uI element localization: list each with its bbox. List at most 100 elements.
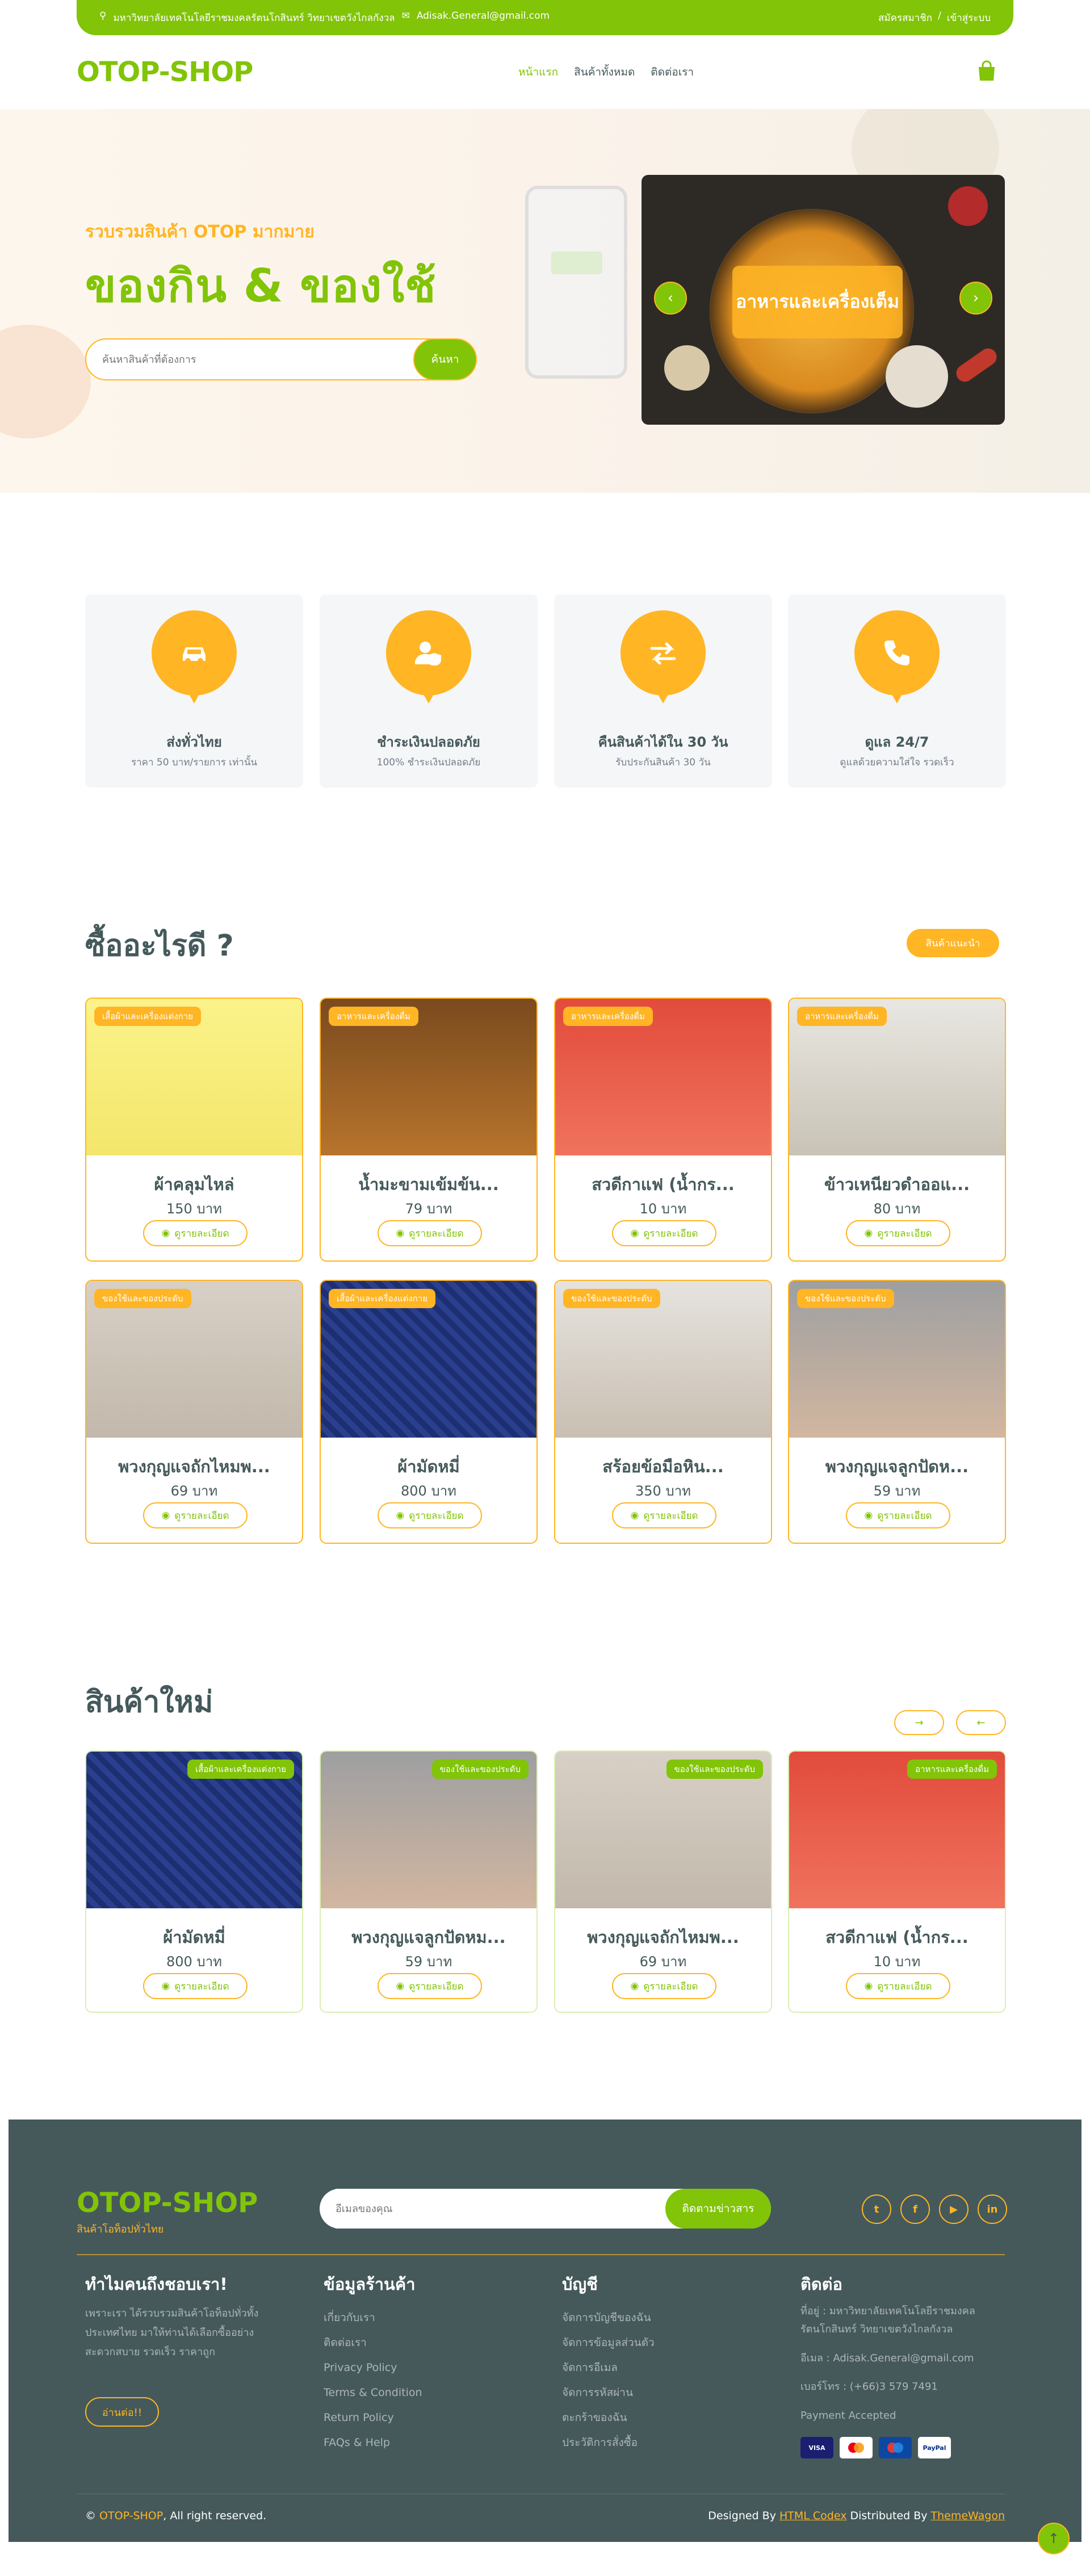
linkedin-icon[interactable]: in [978, 2194, 1007, 2224]
view-details-button[interactable]: ◉ ดูรายละเอียด [143, 1973, 248, 1999]
brand-logo[interactable]: OTOP-SHOP [77, 56, 253, 88]
product-card[interactable]: ของใช้และของประดับ พวงกุญแจถักไหมพ... 69 บ… [85, 1280, 303, 1544]
themewagon-link[interactable]: ThemeWagon [931, 2510, 1005, 2522]
footer-link[interactable]: จัดการรหัสผ่าน [562, 2380, 655, 2405]
view-details-button[interactable]: ◉ ดูรายละเอียด [378, 1973, 482, 1999]
category-tag: อาหารและเครื่องดื่ม [563, 1007, 653, 1026]
product-name[interactable]: พวงกุญแจถักไหมพ... [555, 1924, 771, 1950]
search-input[interactable] [102, 340, 397, 379]
footer-link[interactable]: เกี่ยวกับเรา [324, 2305, 422, 2330]
paypal-icon: PayPal [918, 2437, 951, 2458]
map-pin-icon: ⚲ [99, 10, 107, 22]
view-details-button[interactable]: ◉ ดูรายละเอียด [143, 1220, 248, 1246]
footer-link[interactable]: ประวัติการสั่งซื้อ [562, 2430, 655, 2455]
footer-address: รัตนโกสินทร์ วิทยาเขตวังไกลกังวล [800, 2323, 953, 2336]
shopping-bag-icon[interactable] [977, 60, 996, 82]
topbar-email[interactable]: Adisak.General@gmail.com [417, 10, 550, 26]
arrow-right-icon[interactable]: → [894, 1710, 944, 1735]
register-link[interactable]: สมัครสมาชิก [878, 10, 932, 26]
login-link[interactable]: เข้าสู่ระบบ [947, 10, 991, 26]
youtube-icon[interactable]: ▶ [939, 2194, 969, 2224]
product-card[interactable]: ของใช้และของประดับ พวงกุญแจถักไหมพ... 69 บ… [554, 1750, 772, 2013]
product-price: 10 บาท [873, 1954, 921, 1970]
product-card[interactable]: อาหารและเครื่องดื่มสวดีกาแฟ (น้ำกร... 10 … [788, 1750, 1006, 2013]
product-name[interactable]: น้ำมะขามเข้มข้น... [321, 1171, 536, 1197]
carousel-prev-icon[interactable]: ‹ [654, 282, 687, 315]
view-details-button[interactable]: ◉ ดูรายละเอียด [143, 1502, 248, 1528]
back-to-top-icon[interactable]: ↑ [1038, 2523, 1070, 2554]
product-card[interactable]: อาหารและเครื่องดื่ม ข้าวเหนียวดำออแ... 80 … [788, 998, 1006, 1262]
product-name[interactable]: ข้าวเหนียวดำออแ... [789, 1171, 1005, 1197]
eye-icon: ◉ [630, 1228, 639, 1239]
view-details-button[interactable]: ◉ ดูรายละเอียด [846, 1502, 950, 1528]
search-button[interactable]: ค้นหา [413, 338, 477, 380]
footer-link[interactable]: จัดการบัญชีของฉัน [562, 2305, 655, 2330]
view-details-button[interactable]: ◉ ดูรายละเอียด [378, 1502, 482, 1528]
product-name[interactable]: พวงกุญแจถักไหมพ... [86, 1454, 302, 1480]
eye-icon: ◉ [161, 1510, 170, 1521]
nav-item-contact[interactable]: ติดต่อเรา [651, 64, 694, 81]
view-details-button[interactable]: ◉ ดูรายละเอียด [846, 1220, 950, 1246]
view-details-button[interactable]: ◉ ดูรายละเอียด [612, 1973, 716, 1999]
product-card[interactable]: เสื้อผ้าและเครื่องแต่งกาย ผ้าคลุมไหล่ 150 … [85, 998, 303, 1262]
view-details-button[interactable]: ◉ ดูรายละเอียด [378, 1220, 482, 1246]
product-card[interactable]: เสื้อผ้าและเครื่องแต่งกาย ผ้ามัดหมี่ 800 บ… [320, 1280, 538, 1544]
mastercard-icon [840, 2437, 873, 2458]
category-tag: ของใช้และของประดับ [431, 1760, 529, 1779]
newsletter-email-input[interactable] [336, 2189, 631, 2229]
section-title-new: สินค้าใหม่ [85, 1685, 213, 1719]
nav-item-home[interactable]: หน้าแรก [518, 64, 558, 81]
product-price: 69 บาท [639, 1954, 687, 1970]
carousel-image-detail [664, 345, 710, 391]
product-name[interactable]: สร้อยข้อมือหิน... [555, 1454, 771, 1480]
product-name[interactable]: ผ้ามัดหมี่ [86, 1924, 302, 1950]
view-details-label: ดูรายละเอียด [409, 1228, 464, 1239]
view-details-button[interactable]: ◉ ดูรายละเอียด [846, 1973, 950, 1999]
product-card[interactable]: ของใช้และของประดับ สร้อยข้อมือหิน... 350 บ… [554, 1280, 772, 1544]
hero-title: ของกิน & ของใช้ [85, 259, 437, 312]
footer-brand[interactable]: OTOP-SHOP [77, 2187, 258, 2219]
footer-link[interactable]: Return Policy [324, 2405, 422, 2430]
footer-about-text: เพราะเรา ได้รวบรวมสินค้าโอท็อปทั่วทั้ง ป… [85, 2304, 258, 2363]
product-card[interactable]: อาหารและเครื่องดื่ม สวดีกาแฟ (น้ำกร... 10 … [554, 998, 772, 1262]
subscribe-button[interactable]: ติดตามข่าวสาร [665, 2189, 771, 2229]
footer-link[interactable]: FAQs & Help [324, 2430, 422, 2455]
product-name[interactable]: ผ้ามัดหมี่ [321, 1454, 536, 1480]
designed-by: Designed By HTML Codex Distributed By Th… [708, 2510, 1005, 2522]
footer-link[interactable]: Terms & Condition [324, 2380, 422, 2405]
arrow-left-icon[interactable]: ← [956, 1710, 1006, 1735]
carousel-caption[interactable]: อาหารและเครื่องเต็ม [732, 266, 903, 338]
footer-link[interactable]: Privacy Policy [324, 2355, 422, 2380]
hero-decoration [0, 325, 91, 438]
read-more-button[interactable]: อ่านต่อ!! [85, 2397, 159, 2427]
view-details-button[interactable]: ◉ ดูรายละเอียด [612, 1502, 716, 1528]
product-name[interactable]: พวงกุญแจลูกปัดหม... [321, 1924, 536, 1950]
html-codex-link[interactable]: HTML Codex [779, 2510, 846, 2522]
copyright-brand-link[interactable]: OTOP-SHOP [99, 2510, 163, 2522]
category-tag: อาหารและเครื่องดื่ม [907, 1760, 997, 1779]
view-details-button[interactable]: ◉ ดูรายละเอียด [612, 1220, 716, 1246]
product-name[interactable]: สวดีกาแฟ (น้ำกร... [555, 1171, 771, 1197]
footer-link[interactable]: จัดการข้อมูลส่วนตัว [562, 2330, 655, 2355]
product-name[interactable]: สวดีกาแฟ (น้ำกร... [789, 1924, 1005, 1950]
product-card[interactable]: ของใช้และของประดับ พวงกุญแจลูกปัดห... 59 บ… [788, 1280, 1006, 1544]
nav-item-all-products[interactable]: สินค้าทั้งหมด [574, 64, 635, 81]
recommended-badge[interactable]: สินค้าแนะนำ [907, 929, 999, 957]
product-name[interactable]: พวงกุญแจลูกปัดห... [789, 1454, 1005, 1480]
eye-icon: ◉ [396, 1980, 405, 1992]
feature-title: ส่งทั่วไทย [166, 734, 222, 750]
facebook-icon[interactable]: f [900, 2194, 930, 2224]
feature-title: ชำระเงินปลอดภัย [377, 734, 480, 750]
visa-icon: VISA [800, 2437, 833, 2458]
product-card[interactable]: อาหารและเครื่องดื่ม น้ำมะขามเข้มข้น... 79 … [320, 998, 538, 1262]
twitter-icon[interactable]: t [862, 2194, 891, 2224]
category-tag: เสื้อผ้าและเครื่องแต่งกาย [94, 1007, 201, 1026]
footer-link[interactable]: จัดการอีเมล [562, 2355, 655, 2380]
product-card[interactable]: เสื้อผ้าและเครื่องแต่งกาย ผ้ามัดหมี่ 800 บ… [85, 1750, 303, 2013]
footer-link[interactable]: ตะกร้าของฉัน [562, 2405, 655, 2430]
feature-title: ดูแล 24/7 [865, 734, 929, 750]
carousel-next-icon[interactable]: › [959, 282, 992, 315]
product-name[interactable]: ผ้าคลุมไหล่ [86, 1171, 302, 1197]
footer-link[interactable]: ติดต่อเรา [324, 2330, 422, 2355]
product-card[interactable]: ของใช้และของประดับ พวงกุญแจลูกปัดหม... 59 … [320, 1750, 538, 2013]
